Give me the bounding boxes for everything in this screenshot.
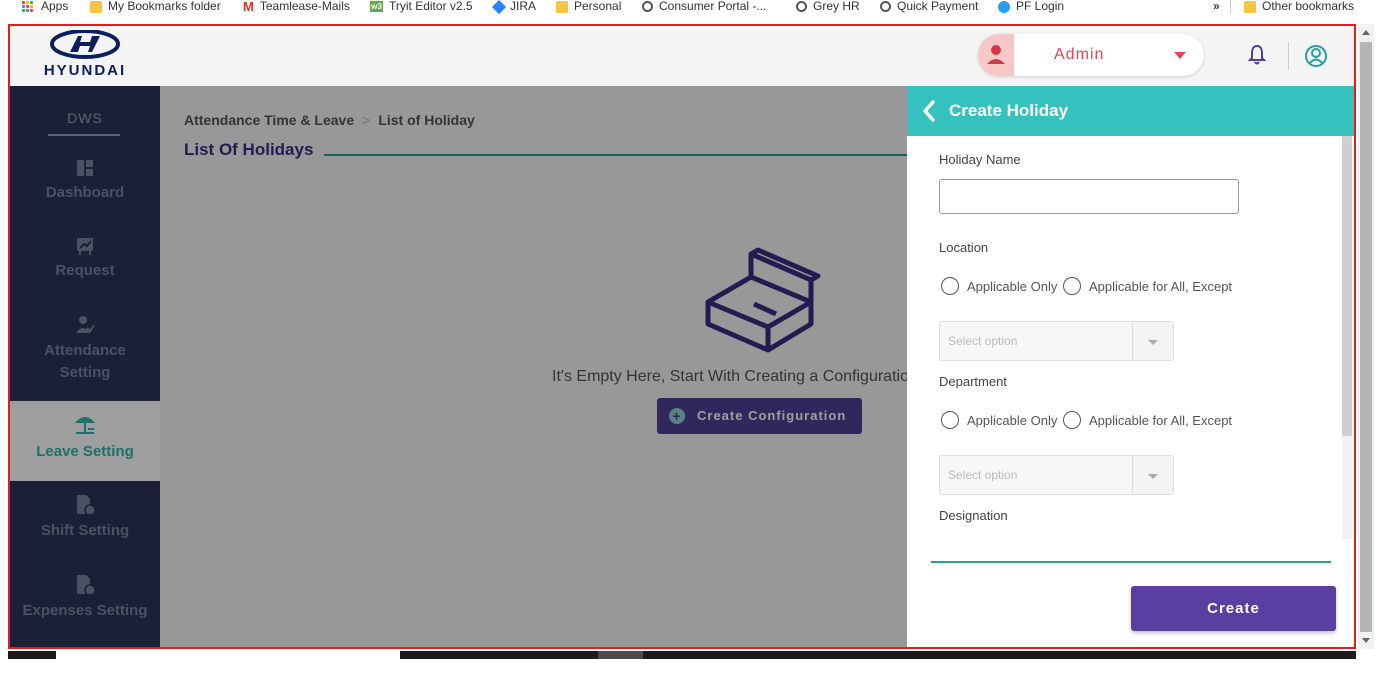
location-select[interactable]: Select option [939, 321, 1174, 361]
top-bar: HYUNDAI Admin [10, 26, 1354, 86]
bookmark-jira[interactable]: JIRA [491, 0, 536, 14]
scroll-up-arrow-icon[interactable] [1362, 30, 1370, 35]
create-holiday-drawer: Create Holiday Holiday Name Location App… [907, 86, 1354, 647]
location-applicable-all-except-label: Applicable for All, Except [1088, 278, 1233, 294]
holiday-name-label: Holiday Name [939, 152, 1021, 167]
department-applicable-only-label: Applicable Only [967, 412, 1058, 428]
back-button[interactable] [921, 100, 937, 127]
bookmark-consumer-portal[interactable]: Consumer Portal -... [642, 0, 766, 13]
department-select-placeholder: Select option [948, 468, 1018, 482]
page-scrollbar[interactable] [1358, 24, 1374, 649]
location-applicable-only-label: Applicable Only [967, 278, 1058, 294]
chevron-down-icon [1174, 52, 1186, 59]
create-button[interactable]: Create [1131, 586, 1336, 631]
drawer-title: Create Holiday [949, 101, 1069, 120]
department-applicable-only-radio[interactable] [941, 411, 959, 429]
folder-icon [1244, 0, 1256, 13]
drawer-form: Holiday Name Location Applicable Only Ap… [907, 136, 1354, 539]
location-radio-group: Applicable Only Applicable for All, Exce… [941, 277, 1232, 295]
drawer-scrollbar-thumb[interactable] [1342, 136, 1352, 436]
person-icon [987, 45, 1005, 64]
location-select-toggle [1132, 322, 1173, 360]
location-label: Location [939, 240, 989, 255]
scroll-down-arrow-icon[interactable] [1362, 638, 1370, 643]
bookmark-teamlease-mails[interactable]: M Teamlease-Mails [243, 0, 350, 14]
bookmark-apps[interactable]: Apps [22, 0, 68, 13]
jira-icon [491, 0, 507, 14]
caret-down-icon [1148, 474, 1158, 479]
os-taskbar [8, 651, 1356, 659]
app-window: HYUNDAI Admin DWS Dashboard Request Atte… [8, 24, 1356, 649]
department-select[interactable]: Select option [939, 455, 1174, 495]
bookmarks-bar: Apps My Bookmarks folder M Teamlease-Mail… [0, 0, 1382, 14]
folder-icon [556, 0, 568, 13]
gmail-icon: M [243, 0, 254, 14]
bookmarks-divider [1230, 0, 1231, 14]
globe-icon [796, 1, 807, 13]
bookmark-quick-payment[interactable]: Quick Payment [880, 0, 978, 13]
department-label: Department [939, 374, 1007, 389]
globe-icon [642, 1, 653, 13]
holiday-name-input[interactable] [939, 179, 1239, 214]
logo-text: HYUNDAI [43, 62, 127, 79]
drawer-header: Create Holiday [907, 86, 1354, 136]
bookmark-other-bookmarks[interactable]: Other bookmarks [1244, 0, 1354, 13]
department-applicable-all-except-radio[interactable] [1062, 411, 1081, 429]
notification-button[interactable] [1247, 44, 1267, 71]
bookmark-tryit-editor[interactable]: w3 Tryit Editor v2.5 [370, 0, 473, 13]
apps-grid-icon [22, 0, 34, 13]
bookmark-my-bookmarks-folder[interactable]: My Bookmarks folder [90, 0, 221, 13]
profile-button[interactable] [1304, 44, 1328, 73]
bookmarks-overflow-button[interactable]: » [1213, 0, 1220, 13]
pf-icon [998, 0, 1010, 13]
form-divider [931, 561, 1331, 563]
hyundai-logo[interactable]: HYUNDAI [30, 29, 140, 80]
w3schools-icon: w3 [370, 1, 383, 13]
modal-backdrop[interactable] [10, 86, 907, 647]
location-applicable-all-except-radio[interactable] [1062, 277, 1081, 295]
designation-label: Designation [939, 508, 1008, 523]
user-role-dropdown[interactable]: Admin [978, 34, 1204, 76]
page-scrollbar-thumb[interactable] [1360, 42, 1372, 632]
user-role-label: Admin [1054, 46, 1105, 63]
taskbar-app[interactable] [598, 651, 643, 659]
location-applicable-only-radio[interactable] [941, 277, 959, 295]
location-select-placeholder: Select option [948, 334, 1018, 348]
hyundai-emblem-icon [50, 29, 120, 59]
drawer-scrollbar[interactable] [1342, 136, 1352, 539]
department-select-toggle [1132, 456, 1173, 494]
user-circle-icon [1305, 45, 1327, 67]
department-radio-group: Applicable Only Applicable for All, Exce… [941, 411, 1232, 429]
department-applicable-all-except-label: Applicable for All, Except [1088, 412, 1233, 428]
caret-down-icon [1148, 340, 1158, 345]
bookmark-pf-login[interactable]: PF Login [998, 0, 1064, 13]
globe-icon [880, 1, 891, 13]
bookmark-personal[interactable]: Personal [556, 0, 621, 13]
bell-icon [1247, 44, 1267, 65]
avatar [978, 34, 1014, 76]
folder-icon [90, 0, 102, 13]
header-divider [1288, 42, 1289, 70]
bookmark-grey-hr[interactable]: Grey HR [796, 0, 860, 13]
chevron-left-icon [923, 100, 935, 122]
taskbar-search-box[interactable] [56, 651, 400, 659]
